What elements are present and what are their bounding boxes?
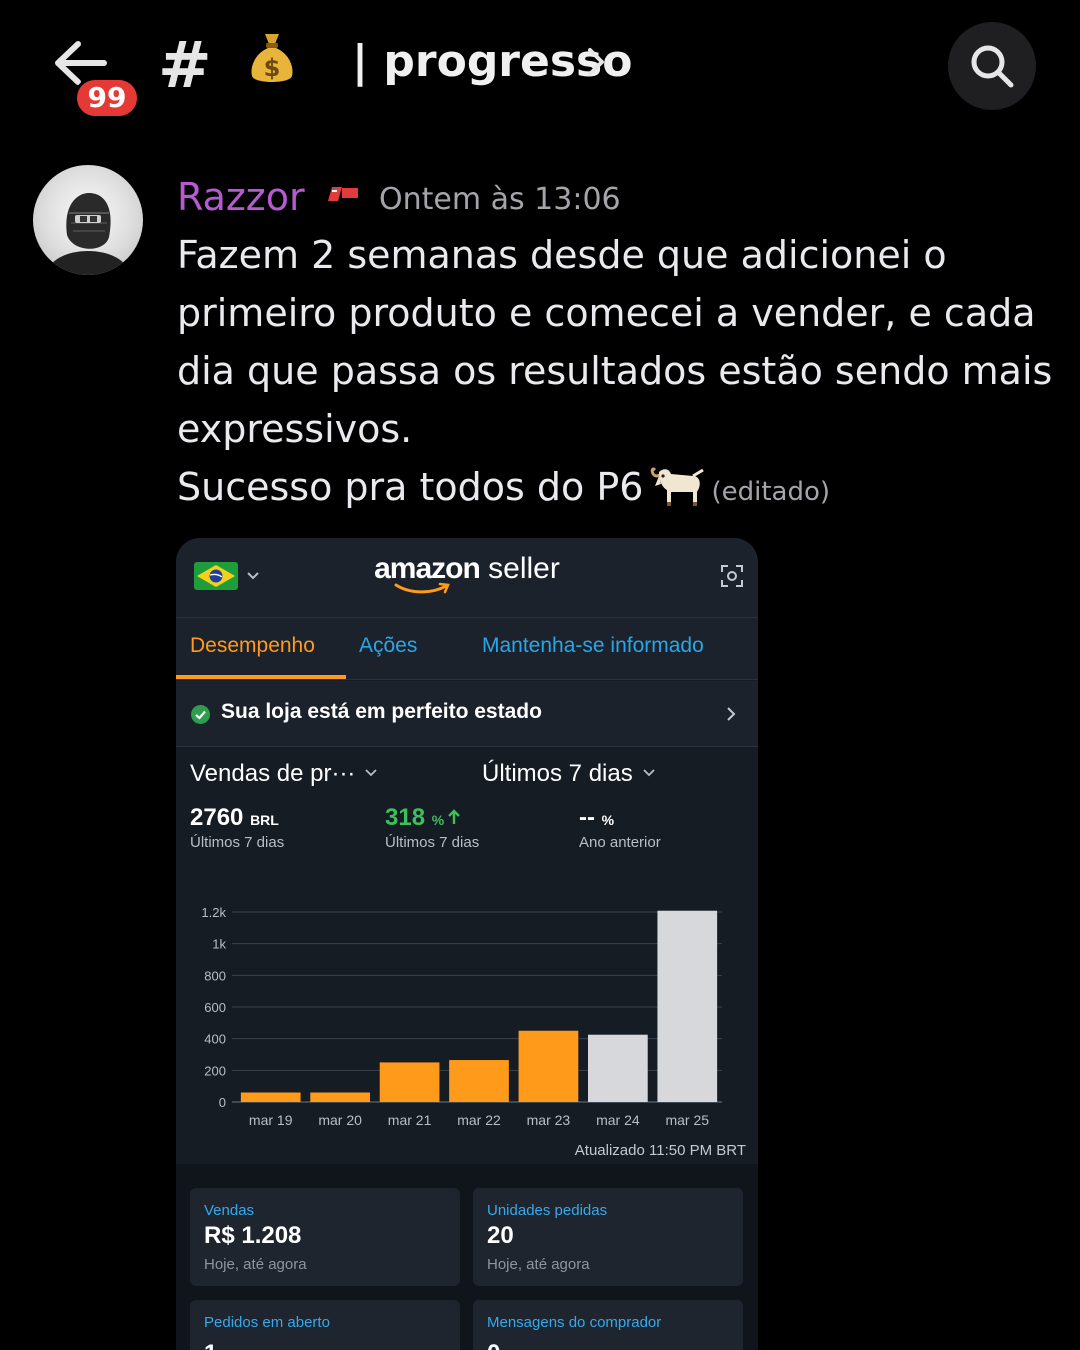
tile-value: 0 [487,1340,500,1350]
tab-acoes[interactable]: Ações [359,634,417,658]
metric-value: 2760 [190,804,244,831]
period-selector-label: Últimos 7 dias [482,760,633,787]
arrow-up-icon [448,809,461,824]
y-tick-label: 600 [204,1000,226,1015]
tab-mantenha-se-informado[interactable]: Mantenha-se informado [482,634,704,658]
goat-emoji-icon [651,467,705,506]
bar-mar-20[interactable] [310,1092,370,1103]
x-tick-label: mar 22 [457,1112,501,1128]
chevron-down-icon [643,769,655,777]
tile-mensagens-do-comprador[interactable]: Mensagens do comprador 0 [473,1300,743,1350]
logo-word-amazon: amazon [374,552,481,585]
app-header: amazon seller [176,538,758,618]
attached-image[interactable]: amazon seller Desempenho Ações Mantenha-… [176,538,758,1350]
message-line: primeiro produto e comecei a vender, e c… [177,291,1036,335]
edited-label: (editado) [711,477,831,507]
amazon-smile-icon [394,582,450,594]
metric-unit: BRL [250,812,279,828]
active-tab-indicator [176,675,346,679]
tile-label: Unidades pedidas [487,1202,608,1219]
check-circle-icon [191,705,210,724]
tile-value: R$ 1.208 [204,1222,302,1249]
metric-value: 318 [385,804,426,831]
tile-pedidos-em-aberto[interactable]: Pedidos em aberto 1 [190,1300,460,1350]
tile-value: 1 [204,1340,217,1350]
metric-yoy-value: -- % [579,804,614,832]
bar-mar-19[interactable] [240,1092,301,1103]
tile-label: Vendas [204,1202,255,1219]
bar-mar-25[interactable] [657,910,718,1102]
svg-text:$: $ [264,54,281,82]
search-icon [971,45,1014,88]
message-last-line: Sucesso pra todos do P6 (editado) [177,458,1057,521]
metric-selector-label: Vendas de pr··· [190,760,356,787]
summary-tiles: Vendas R$ 1.208 Hoje, até agora Unidades… [176,1164,758,1350]
flag-tag-icon [328,187,358,201]
tile-sub: Hoje, até agora [487,1256,590,1273]
x-tick-label: mar 20 [318,1112,362,1128]
tile-sub: Hoje, até agora [204,1256,307,1273]
metric-label: Últimos 7 dias [385,834,480,851]
bar-mar-21[interactable] [379,1062,440,1102]
unread-badge: 99 [74,77,140,119]
avatar[interactable] [33,165,143,275]
amazon-seller-logo: amazon seller [176,552,758,586]
message-line: expressivos. [177,407,413,451]
y-tick-label: 200 [204,1063,226,1078]
y-tick-label: 1k [212,937,226,952]
tab-desempenho[interactable]: Desempenho [190,634,315,658]
tile-unidades-pedidas[interactable]: Unidades pedidas 20 Hoje, até agora [473,1188,743,1286]
channel-header: 99 # $ | progresso [0,0,1080,130]
metric-selector[interactable]: Vendas de pr··· [190,760,378,788]
app-tabs: Desempenho Ações Mantenha-se informado [176,618,758,680]
chevron-right-icon[interactable] [586,46,606,78]
metric-label: Últimos 7 dias [190,834,285,851]
y-tick-label: 0 [219,1095,226,1110]
metric-value: -- [579,804,595,831]
scan-icon[interactable] [720,564,744,588]
x-tick-label: mar 23 [527,1112,571,1128]
tile-vendas[interactable]: Vendas R$ 1.208 Hoje, até agora [190,1188,460,1286]
logo-word-seller: seller [488,552,560,585]
search-button[interactable] [948,22,1036,110]
tile-label: Mensagens do comprador [487,1314,662,1331]
y-tick-label: 800 [204,968,226,983]
y-tick-label: 1.2k [201,905,226,920]
x-tick-label: mar 19 [249,1112,293,1128]
message-line: Sucesso pra todos do P6 [177,465,644,509]
x-tick-label: mar 25 [665,1112,709,1128]
sales-bar-chart: 0 200 400 600 800 1k 1.2k mar 19 mar 20 mar 21 mar… [201,905,722,1128]
channel-hash-icon: # [158,29,212,103]
message-timestamp: Ontem às 13:06 [379,182,621,217]
chevron-down-icon [365,769,378,777]
chevron-right-icon [727,707,736,721]
bar-mar-23[interactable] [518,1030,579,1102]
metric-unit: % [431,812,445,828]
period-selector[interactable]: Últimos 7 dias [482,760,655,788]
money-bag-icon: $ [251,34,293,82]
message-body: Fazem 2 semanas desde que adicionei o pr… [177,226,1057,521]
author-name[interactable]: Razzor [177,172,305,222]
bar-mar-22[interactable] [449,1060,509,1102]
metric-label: Ano anterior [579,834,661,851]
tile-label: Pedidos em aberto [204,1314,330,1331]
tile-value: 20 [487,1222,514,1249]
metric-sales-value: 2760 BRL [190,804,279,832]
message-line: Fazem 2 semanas desde que adicionei o [177,233,947,277]
account-health-row[interactable]: Sua loja está em perfeito estado [176,681,758,747]
metric-growth-value: 318 % [385,804,461,832]
y-tick-label: 400 [204,1032,226,1047]
x-tick-label: mar 21 [388,1112,432,1128]
account-health-text: Sua loja está em perfeito estado [221,700,542,723]
bar-mar-24[interactable] [588,1034,648,1102]
updated-timestamp: Atualizado 11:50 PM BRT [574,1142,746,1159]
x-tick-label: mar 24 [596,1112,640,1128]
metric-unit: % [601,812,615,828]
message-line: dia que passa os resultados estão sendo … [177,349,1053,393]
